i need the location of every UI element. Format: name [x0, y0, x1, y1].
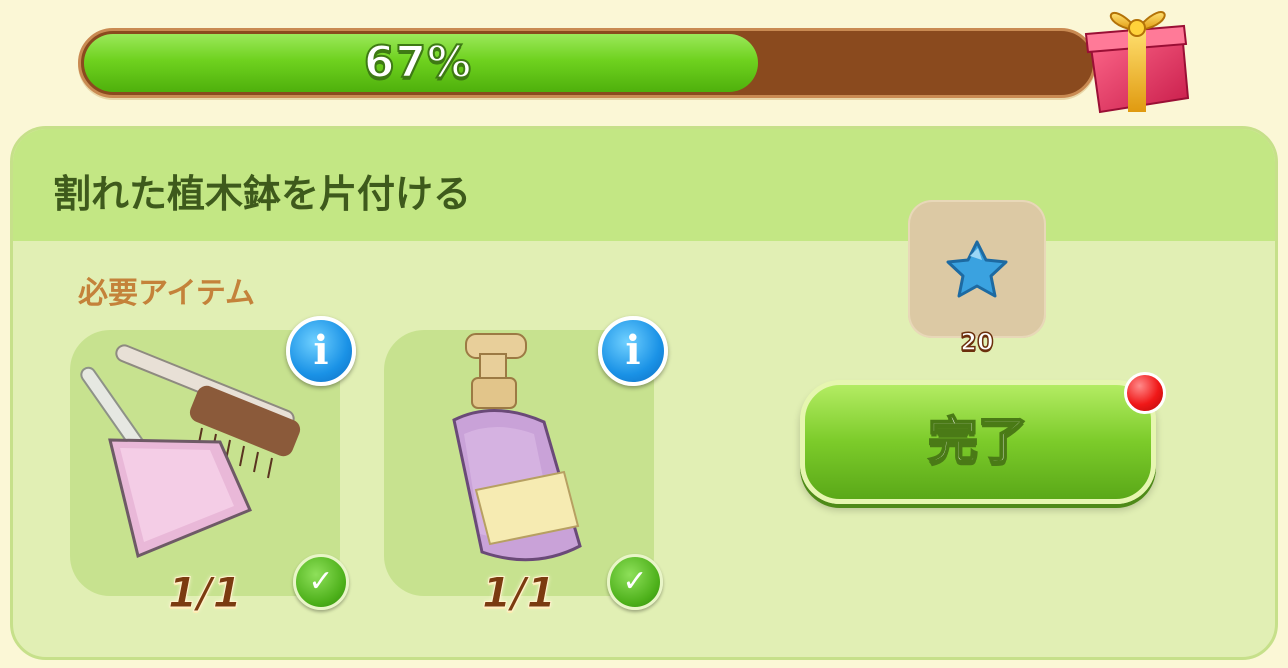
task-header: 割れた植木鉢を片付ける	[13, 129, 1275, 241]
check-icon: ✓	[607, 554, 663, 610]
complete-button[interactable]: 完了	[800, 380, 1156, 504]
gift-box-icon[interactable]	[1078, 0, 1198, 120]
item-info-button[interactable]: i	[598, 316, 668, 386]
task-title: 割れた植木鉢を片付ける	[53, 172, 472, 216]
item-count: 1/1	[168, 568, 243, 618]
required-items-label: 必要アイテム	[78, 276, 255, 311]
blue-star-icon	[946, 240, 1008, 298]
reward-slot	[908, 200, 1046, 338]
item-info-button[interactable]: i	[286, 316, 356, 386]
check-icon: ✓	[293, 554, 349, 610]
item-count: 1/1	[482, 568, 557, 618]
notification-badge	[1124, 372, 1166, 414]
progress-percent: 67%	[363, 36, 473, 89]
reward-amount: 20	[960, 327, 995, 357]
progress-bar: 67%	[78, 28, 1096, 98]
